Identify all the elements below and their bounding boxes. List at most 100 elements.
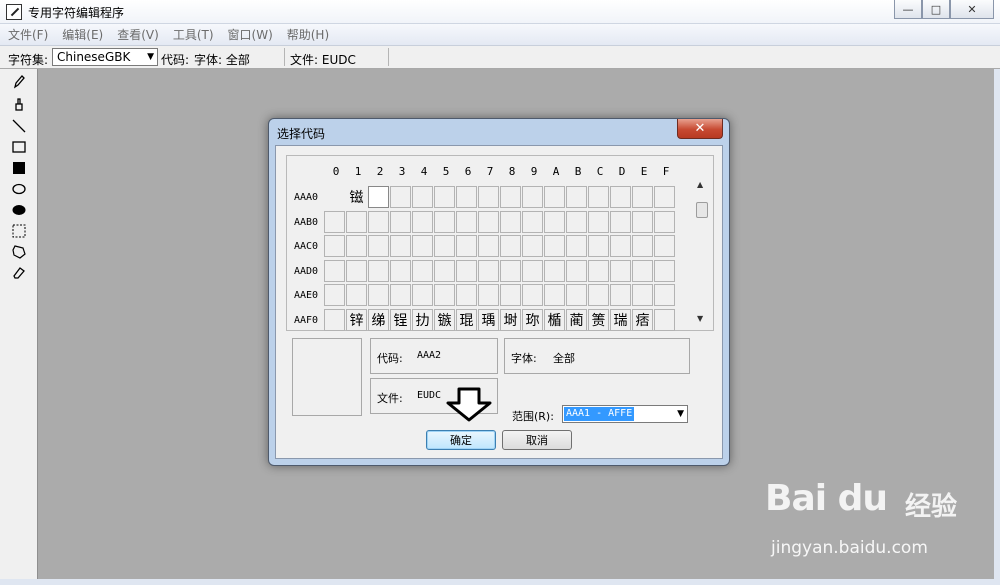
minimize-button[interactable]: — bbox=[894, 0, 922, 19]
close-button[interactable]: ✕ bbox=[950, 0, 994, 19]
code-cell[interactable] bbox=[588, 210, 609, 233]
code-cell[interactable] bbox=[566, 284, 587, 307]
code-cell[interactable] bbox=[654, 235, 675, 258]
charset-select[interactable]: ChineseGBK ▼ bbox=[52, 48, 158, 66]
code-cell[interactable] bbox=[478, 210, 499, 233]
code-cell[interactable] bbox=[566, 210, 587, 233]
code-cell[interactable] bbox=[478, 186, 499, 208]
code-cell[interactable] bbox=[456, 186, 477, 208]
code-cell[interactable] bbox=[346, 210, 367, 233]
code-cell[interactable] bbox=[500, 259, 521, 282]
code-cell[interactable] bbox=[500, 284, 521, 307]
code-cell[interactable] bbox=[478, 259, 499, 282]
code-cell[interactable] bbox=[654, 210, 675, 233]
code-cell[interactable] bbox=[434, 235, 455, 258]
code-cell[interactable]: 锌 bbox=[346, 309, 367, 331]
code-cell[interactable] bbox=[324, 210, 345, 233]
menu-tools[interactable]: 工具(T) bbox=[173, 26, 214, 43]
rect-select-icon[interactable] bbox=[11, 223, 27, 239]
code-cell[interactable] bbox=[346, 259, 367, 282]
code-cell[interactable] bbox=[346, 284, 367, 307]
code-cell[interactable]: 痞 bbox=[632, 309, 653, 331]
code-cell[interactable] bbox=[412, 259, 433, 282]
code-cell[interactable] bbox=[610, 235, 631, 258]
code-cell[interactable] bbox=[324, 309, 345, 331]
code-cell[interactable]: 蔺 bbox=[566, 309, 587, 331]
code-cell[interactable] bbox=[390, 210, 411, 233]
scroll-thumb[interactable] bbox=[696, 202, 708, 218]
code-cell[interactable] bbox=[390, 235, 411, 258]
brush-icon[interactable] bbox=[11, 96, 27, 112]
code-cell[interactable] bbox=[544, 284, 565, 307]
code-cell[interactable] bbox=[368, 210, 389, 233]
rectangle-icon[interactable] bbox=[11, 139, 27, 155]
code-cell[interactable] bbox=[610, 186, 631, 208]
code-cell[interactable]: 埘 bbox=[500, 309, 521, 331]
code-cell[interactable]: 锃 bbox=[390, 309, 411, 331]
code-cell[interactable] bbox=[522, 235, 543, 258]
code-cell[interactable] bbox=[566, 235, 587, 258]
freeform-select-icon[interactable] bbox=[11, 244, 27, 260]
code-cell[interactable]: 镞 bbox=[434, 309, 455, 331]
code-cell[interactable] bbox=[632, 186, 653, 208]
code-cell[interactable] bbox=[324, 235, 345, 258]
code-cell[interactable] bbox=[412, 186, 433, 208]
code-cell[interactable] bbox=[654, 284, 675, 307]
code-cell[interactable] bbox=[544, 210, 565, 233]
menu-help[interactable]: 帮助(H) bbox=[287, 26, 329, 43]
code-cell[interactable] bbox=[588, 284, 609, 307]
code-cell[interactable] bbox=[324, 284, 345, 307]
code-cell[interactable] bbox=[456, 210, 477, 233]
code-cell[interactable] bbox=[478, 235, 499, 258]
menu-window[interactable]: 窗口(W) bbox=[228, 26, 273, 43]
code-cell[interactable] bbox=[610, 210, 631, 233]
code-cell[interactable] bbox=[324, 186, 345, 208]
code-cell[interactable] bbox=[522, 186, 543, 208]
code-cell[interactable] bbox=[654, 259, 675, 282]
code-cell[interactable] bbox=[412, 235, 433, 258]
cancel-button[interactable]: 取消 bbox=[502, 430, 572, 450]
range-select[interactable]: AAA1 - AFFE ▼ bbox=[562, 405, 688, 423]
pencil-icon[interactable] bbox=[11, 74, 27, 90]
code-cell[interactable] bbox=[368, 235, 389, 258]
code-cell[interactable]: 扐 bbox=[412, 309, 433, 331]
code-cell[interactable]: 绨 bbox=[368, 309, 389, 331]
code-cell[interactable] bbox=[368, 284, 389, 307]
code-cell[interactable] bbox=[368, 186, 389, 208]
code-cell[interactable] bbox=[632, 235, 653, 258]
line-icon[interactable] bbox=[11, 118, 27, 134]
code-cell[interactable]: 箦 bbox=[588, 309, 609, 331]
code-cell[interactable] bbox=[544, 259, 565, 282]
code-cell[interactable]: 楯 bbox=[544, 309, 565, 331]
code-cell[interactable] bbox=[500, 210, 521, 233]
code-cell[interactable] bbox=[522, 284, 543, 307]
code-cell[interactable] bbox=[566, 259, 587, 282]
filled-ellipse-icon[interactable] bbox=[11, 202, 27, 218]
code-cell[interactable]: 镃 bbox=[346, 186, 367, 208]
menu-edit[interactable]: 编辑(E) bbox=[62, 26, 103, 43]
code-cell[interactable] bbox=[544, 186, 565, 208]
code-cell[interactable]: 瑞 bbox=[610, 309, 631, 331]
code-cell[interactable] bbox=[434, 259, 455, 282]
code-cell[interactable] bbox=[346, 235, 367, 258]
scroll-down-icon[interactable]: ▼ bbox=[697, 314, 703, 323]
scroll-up-icon[interactable]: ▲ bbox=[697, 180, 703, 189]
eraser-icon[interactable] bbox=[11, 265, 27, 281]
menu-view[interactable]: 查看(V) bbox=[117, 26, 159, 43]
maximize-button[interactable]: □ bbox=[922, 0, 950, 19]
code-cell[interactable] bbox=[522, 259, 543, 282]
code-cell[interactable] bbox=[588, 259, 609, 282]
code-cell[interactable] bbox=[632, 284, 653, 307]
code-cell[interactable] bbox=[610, 259, 631, 282]
code-cell[interactable] bbox=[390, 186, 411, 208]
code-cell[interactable] bbox=[412, 284, 433, 307]
code-cell[interactable] bbox=[522, 210, 543, 233]
code-cell[interactable] bbox=[544, 235, 565, 258]
code-cell[interactable] bbox=[654, 309, 675, 331]
code-cell[interactable] bbox=[390, 284, 411, 307]
code-cell[interactable] bbox=[632, 259, 653, 282]
code-cell[interactable] bbox=[456, 284, 477, 307]
filled-rectangle-icon[interactable] bbox=[11, 160, 27, 176]
code-cell[interactable] bbox=[434, 284, 455, 307]
code-cell[interactable] bbox=[500, 235, 521, 258]
